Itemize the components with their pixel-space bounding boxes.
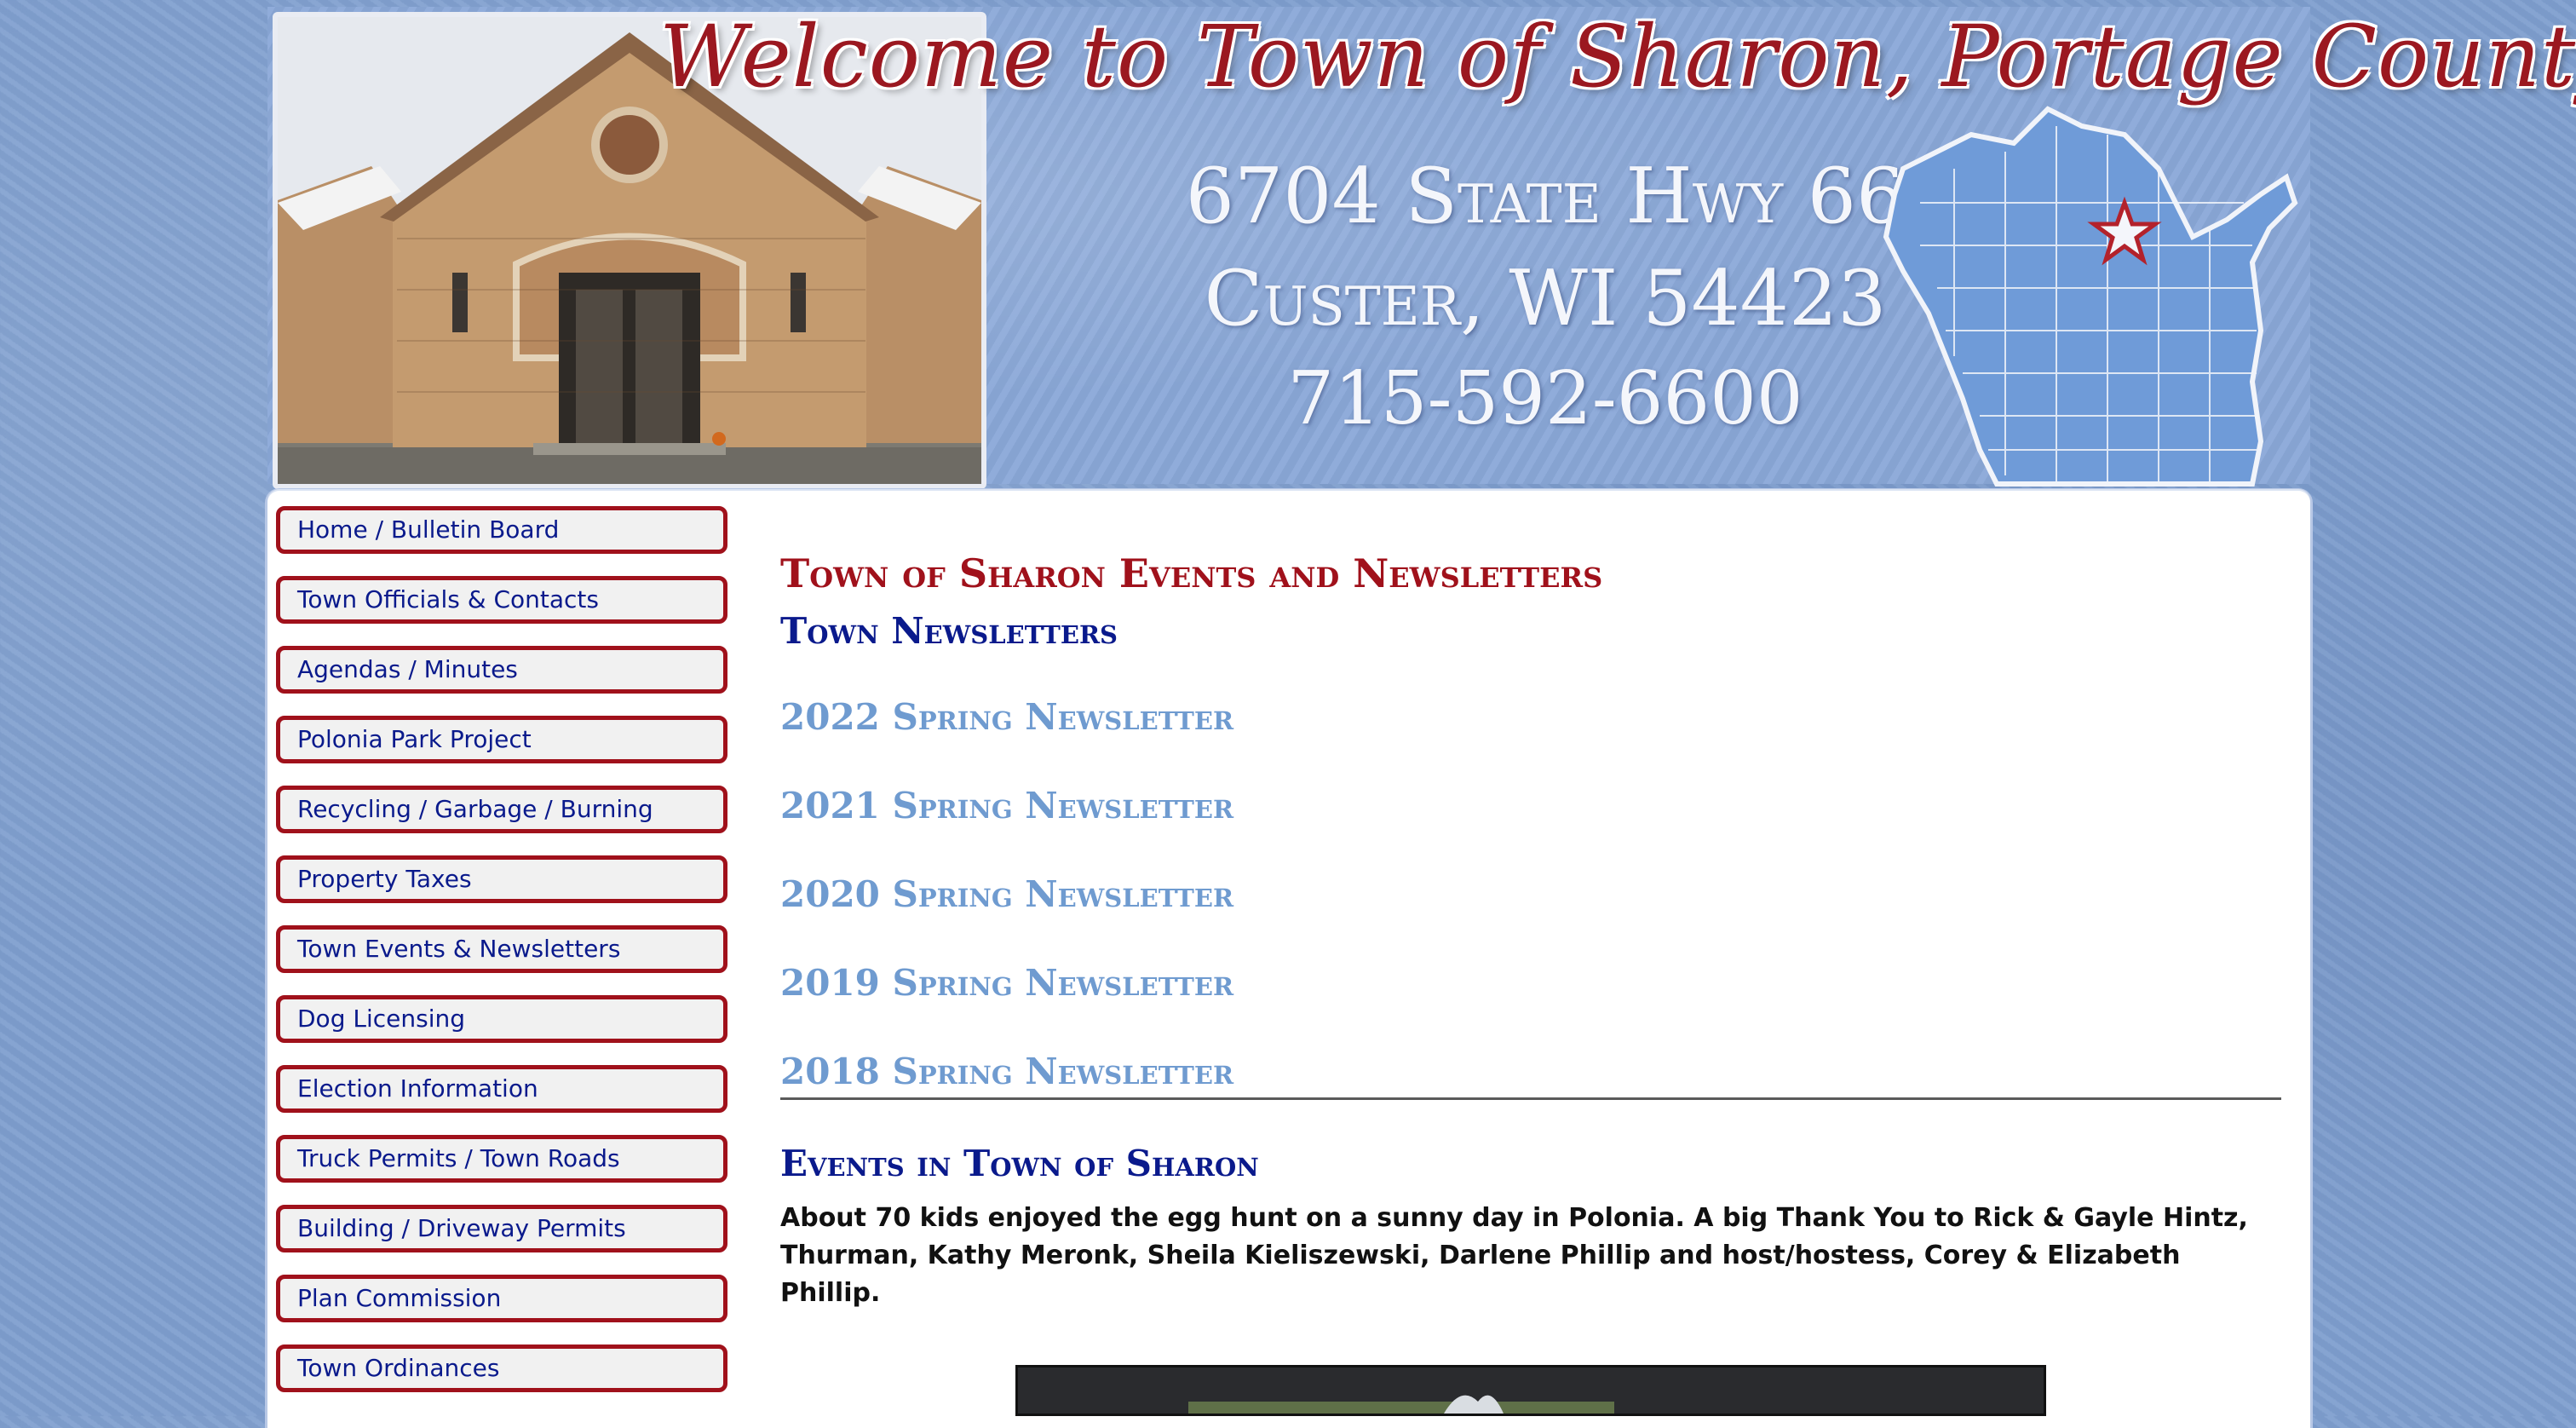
sidebar-item-ordinances[interactable]: Town Ordinances bbox=[276, 1345, 727, 1392]
newsletter-link-2018[interactable]: 2018 Spring Newsletter bbox=[780, 1053, 2288, 1097]
sidebar-item-election[interactable]: Election Information bbox=[276, 1065, 727, 1113]
site-title: Welcome to Town of Sharon, Portage Count… bbox=[659, 7, 2576, 107]
sidebar-item-building-permits[interactable]: Building / Driveway Permits bbox=[276, 1205, 727, 1252]
events-heading: Events in Town of Sharon bbox=[780, 1143, 1259, 1184]
wisconsin-map-icon bbox=[1883, 106, 2298, 487]
sidebar-item-recycling[interactable]: Recycling / Garbage / Burning bbox=[276, 786, 727, 833]
event-description: About 70 kids enjoyed the egg hunt on a … bbox=[780, 1203, 2248, 1308]
newsletter-link-2020[interactable]: 2020 Spring Newsletter bbox=[780, 876, 2288, 964]
sidebar-item-dog-licensing[interactable]: Dog Licensing bbox=[276, 995, 727, 1043]
newsletter-link-2022[interactable]: 2022 Spring Newsletter bbox=[780, 699, 2288, 787]
newsletter-link-2019[interactable]: 2019 Spring Newsletter bbox=[780, 964, 2288, 1053]
sidebar-item-events[interactable]: Town Events & Newsletters bbox=[276, 925, 727, 973]
page-title: Town of Sharon Events and Newsletters bbox=[780, 550, 1603, 596]
sidebar-item-truck-permits[interactable]: Truck Permits / Town Roads bbox=[276, 1135, 727, 1183]
egg-hunt-image bbox=[1018, 1368, 2044, 1414]
main-content: Town of Sharon Events and Newsletters To… bbox=[780, 550, 2288, 1312]
sidebar-item-officials[interactable]: Town Officials & Contacts bbox=[276, 576, 727, 624]
header-banner: Welcome to Town of Sharon, Portage Count… bbox=[267, 7, 2576, 489]
event-photo bbox=[1015, 1365, 2046, 1416]
content-panel: Home / Bulletin Board Town Officials & C… bbox=[267, 491, 2310, 1428]
sidebar-item-plan-commission[interactable]: Plan Commission bbox=[276, 1275, 727, 1322]
section-divider bbox=[780, 1097, 2281, 1100]
sidebar-nav: Home / Bulletin Board Town Officials & C… bbox=[276, 506, 727, 1414]
newsletters-heading: Town Newsletters bbox=[780, 610, 1118, 652]
sidebar-item-home[interactable]: Home / Bulletin Board bbox=[276, 506, 727, 554]
sidebar-item-polonia-park[interactable]: Polonia Park Project bbox=[276, 716, 727, 763]
sidebar-item-agendas[interactable]: Agendas / Minutes bbox=[276, 646, 727, 694]
newsletter-link-2021[interactable]: 2021 Spring Newsletter bbox=[780, 787, 2288, 876]
sidebar-item-property-taxes[interactable]: Property Taxes bbox=[276, 855, 727, 903]
